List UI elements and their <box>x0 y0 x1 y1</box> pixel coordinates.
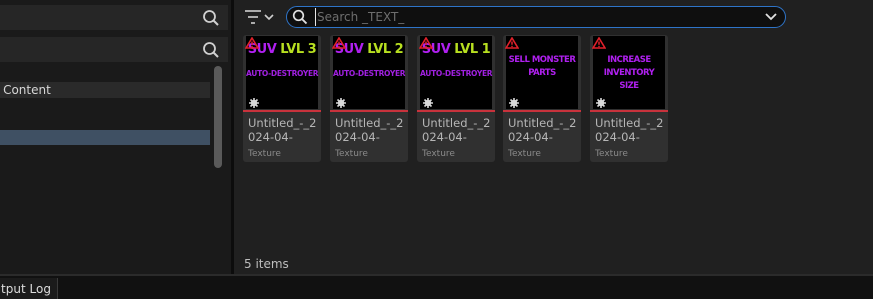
folder-tree: s Content <box>0 66 228 274</box>
tree-item-content[interactable]: s Content <box>0 82 210 98</box>
warning-icon <box>332 37 346 49</box>
chevron-down-icon[interactable] <box>765 12 777 22</box>
asset-type-color-bar <box>417 110 495 112</box>
gear-icon <box>423 98 433 108</box>
asset-type: Texture <box>422 147 492 161</box>
search-icon <box>292 9 308 25</box>
folder-search-bar[interactable] <box>0 37 228 62</box>
search-icon[interactable] <box>202 41 220 59</box>
thumbnail-subtitle: AUTO-DESTROYER <box>246 69 319 78</box>
asset-tile[interactable]: SELL MONSTER PARTS Untitled_-_2024-04- Tex… <box>503 35 581 162</box>
asset-type: Texture <box>248 147 318 161</box>
gear-icon <box>596 98 606 108</box>
thumbnail-text-b: LVL 1 <box>454 42 491 57</box>
asset-type: Texture <box>508 147 578 161</box>
search-icon[interactable] <box>202 9 220 27</box>
item-count: 5 items <box>244 257 289 271</box>
thumbnail-text-b: LVL 2 <box>367 42 404 57</box>
thumbnail-text-a: INCREASE INVENTORY SIZE <box>603 55 655 91</box>
asset-tile[interactable]: SUV LVL 1 AUTO-DESTROYER Untitled_-_2024-0… <box>417 35 495 162</box>
tab-label: Output Log <box>0 282 51 296</box>
gear-icon <box>249 98 259 108</box>
asset-type-color-bar <box>330 110 408 112</box>
gear-icon <box>336 98 346 108</box>
asset-tile[interactable]: INCREASE INVENTORY SIZE Untitled_-_2024-0… <box>590 35 668 162</box>
thumbnail-text-b: LVL 3 <box>280 42 317 57</box>
left-panel: s Content <box>0 0 231 274</box>
thumbnail-text-a: SELL MONSTER PARTS <box>508 55 576 78</box>
content-browser: SUV LVL 3AUTO-DESTROYERUntitled_-_2024-0… <box>234 0 873 274</box>
warning-icon <box>505 37 519 49</box>
filter-icon[interactable] <box>244 8 278 26</box>
thumbnail-title: INCREASE INVENTORY SIZE <box>593 54 665 93</box>
asset-type-color-bar <box>590 110 668 112</box>
asset-type: Texture <box>335 147 405 161</box>
asset-type: Texture <box>595 147 665 161</box>
top-search-bar[interactable] <box>0 5 228 30</box>
warning-icon <box>419 37 433 49</box>
asset-tile[interactable]: SUV LVL 2 AUTO-DESTROYER Untitled_-_2024-0… <box>330 35 408 162</box>
search-input[interactable] <box>315 8 755 26</box>
thumbnail-title: SELL MONSTER PARTS <box>506 54 578 80</box>
asset-tile[interactable]: SUV LVL 3 AUTO-DESTROYER Untitled_-_2024-0… <box>243 35 321 162</box>
bottom-bar: Output Log <box>0 274 873 299</box>
warning-icon <box>592 37 606 49</box>
tree-scrollbar[interactable] <box>214 66 222 168</box>
asset-type-color-bar <box>243 110 321 112</box>
thumbnail-subtitle: AUTO-DESTROYER <box>420 69 493 78</box>
warning-icon <box>245 37 259 49</box>
asset-type-color-bar <box>503 110 581 112</box>
tree-item-selected[interactable] <box>0 130 210 145</box>
gear-icon <box>509 98 519 108</box>
tree-item-label: s Content <box>0 83 51 97</box>
asset-search-box[interactable] <box>286 6 786 28</box>
tab-output-log[interactable]: Output Log <box>0 278 58 299</box>
thumbnail-subtitle: AUTO-DESTROYER <box>333 69 406 78</box>
